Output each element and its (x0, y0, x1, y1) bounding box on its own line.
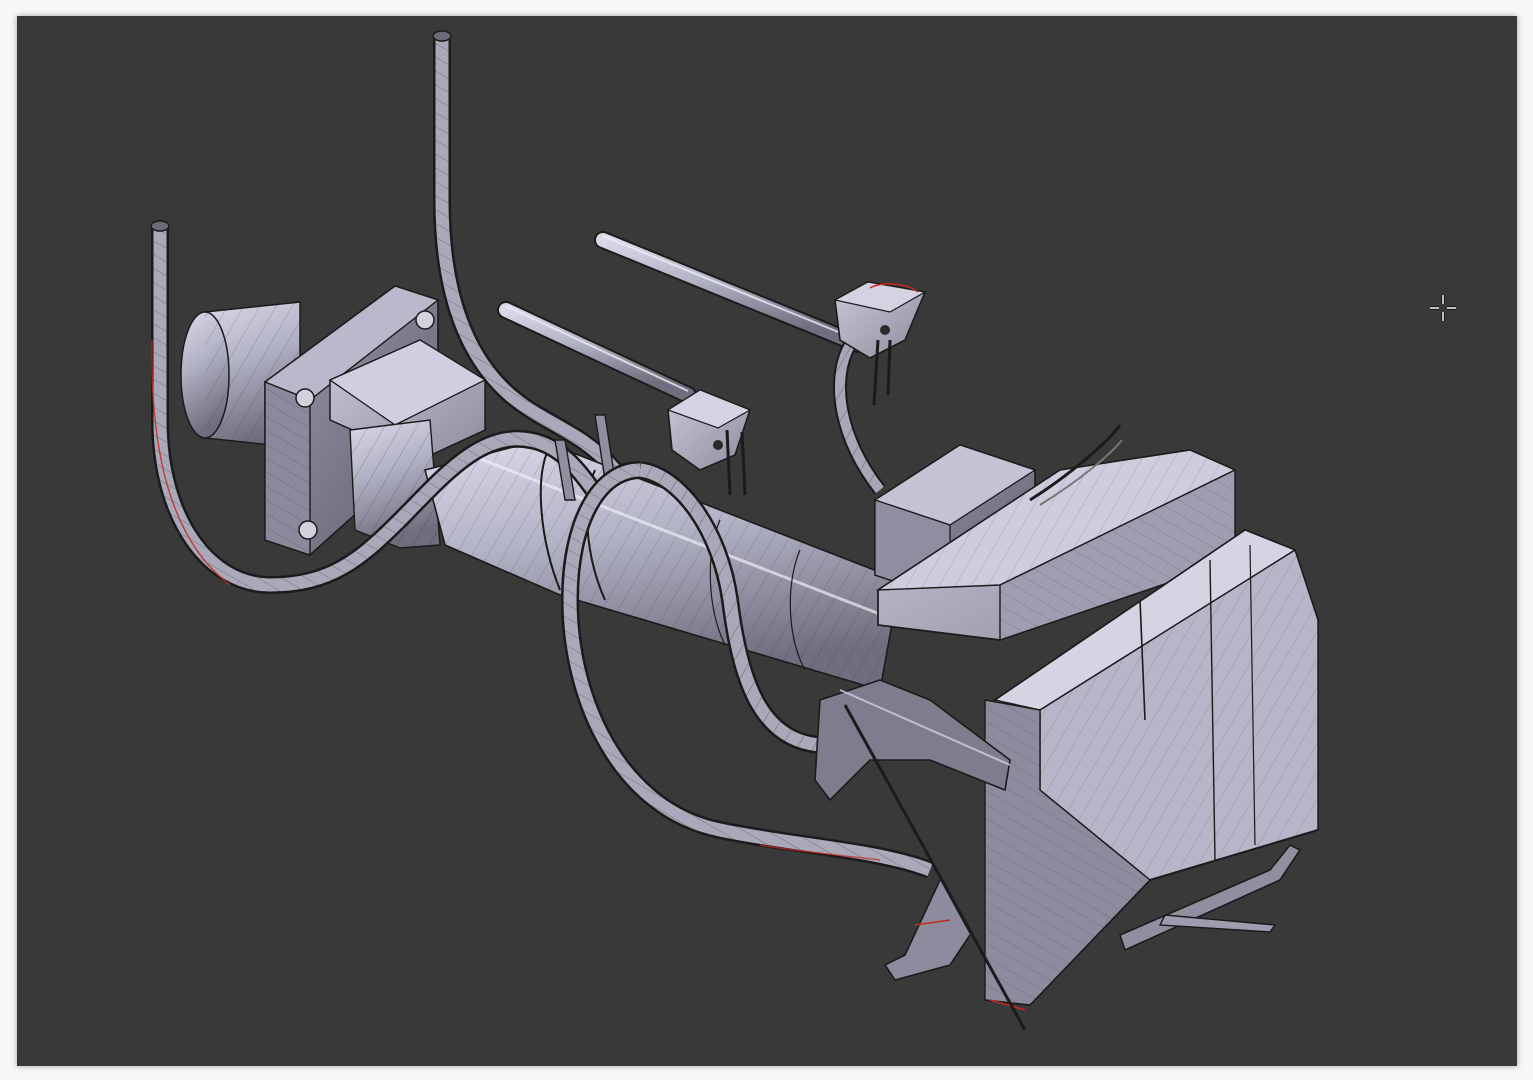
3d-model-wireframe (150, 30, 1319, 1031)
clamp-upper (833, 281, 927, 406)
3d-viewport[interactable] (17, 16, 1517, 1066)
clamp-lower (666, 389, 752, 496)
crosshair-cursor-icon (1430, 295, 1456, 321)
hose-clamp-to-head (833, 341, 886, 495)
upper-rod (594, 231, 867, 353)
screenshot-frame (0, 0, 1533, 1080)
lower-rod (497, 301, 697, 404)
